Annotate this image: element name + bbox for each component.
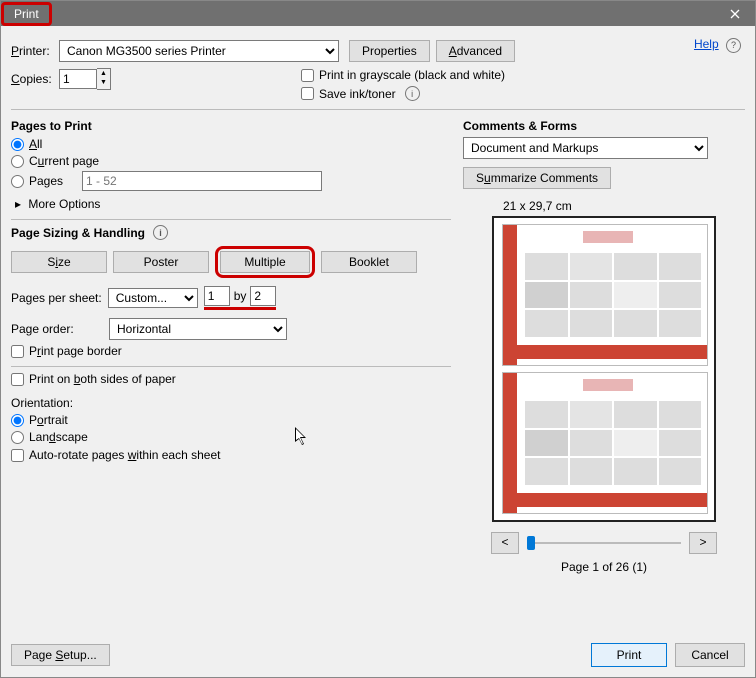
help-link[interactable]: Help (694, 37, 719, 51)
pps-rows-input[interactable] (250, 286, 276, 306)
booklet-button[interactable]: Booklet (321, 251, 417, 273)
preview-page-1 (502, 224, 708, 366)
page-order-select[interactable]: Horizontal (109, 318, 287, 340)
radio-all[interactable]: All (11, 137, 451, 151)
poster-button[interactable]: Poster (113, 251, 209, 273)
properties-button[interactable]: Properties (349, 40, 430, 62)
pages-per-sheet-select[interactable]: Custom... (108, 288, 198, 308)
printer-label: Printer: (11, 44, 59, 58)
pages-per-sheet-label: Pages per sheet: (11, 291, 102, 305)
page-order-label: Page order: (11, 322, 103, 336)
preview-next-button[interactable]: > (689, 532, 717, 554)
pps-cols-input[interactable] (204, 286, 230, 306)
more-options-toggle[interactable]: ▸ More Options (15, 197, 451, 211)
sizing-title: Page Sizing & Handling (11, 226, 145, 240)
pages-to-print-title: Pages to Print (11, 119, 451, 133)
pages-range-input[interactable] (82, 171, 322, 191)
copies-spinner[interactable]: ▲▼ (97, 68, 111, 90)
orientation-label: Orientation: (11, 396, 451, 410)
save-ink-checkbox[interactable]: Save ink/toner i (301, 86, 505, 101)
close-icon (730, 9, 740, 19)
preview-dimensions: 21 x 29,7 cm (503, 199, 745, 213)
print-dialog: Print Help ? Printer: Canon MG3500 serie… (0, 0, 756, 678)
radio-pages[interactable]: Pages (11, 171, 451, 191)
print-preview (492, 216, 716, 522)
auto-rotate-checkbox[interactable]: Auto-rotate pages within each sheet (11, 448, 451, 462)
page-setup-button[interactable]: Page Setup... (11, 644, 110, 666)
comments-select[interactable]: Document and Markups (463, 137, 708, 159)
preview-prev-button[interactable]: < (491, 532, 519, 554)
copies-label: Copies: (11, 72, 59, 86)
radio-portrait[interactable]: Portrait (11, 413, 451, 427)
comments-forms-title: Comments & Forms (463, 119, 745, 133)
titlebar: Print (1, 1, 755, 26)
window-title: Print (4, 5, 49, 23)
help-icon[interactable]: ? (726, 38, 741, 53)
printer-select[interactable]: Canon MG3500 series Printer (59, 40, 339, 62)
copies-input[interactable] (59, 69, 97, 89)
both-sides-checkbox[interactable]: Print on both sides of paper (11, 372, 451, 386)
radio-landscape[interactable]: Landscape (11, 430, 451, 444)
preview-page-2 (502, 372, 708, 514)
triangle-right-icon: ▸ (15, 197, 21, 211)
print-button[interactable]: Print (591, 643, 667, 667)
info-icon[interactable]: i (405, 86, 420, 101)
cursor-icon (295, 427, 309, 447)
grayscale-checkbox[interactable]: Print in grayscale (black and white) (301, 68, 505, 82)
preview-page-indicator: Page 1 of 26 (1) (463, 560, 745, 574)
info-icon[interactable]: i (153, 225, 168, 240)
close-button[interactable] (715, 1, 755, 26)
multiple-button[interactable]: Multiple (220, 251, 310, 273)
advanced-button[interactable]: Advanced (436, 40, 515, 62)
radio-current[interactable]: Current page (11, 154, 451, 168)
print-border-checkbox[interactable]: Print page border (11, 344, 451, 358)
summarize-comments-button[interactable]: Summarize Comments (463, 167, 611, 189)
cancel-button[interactable]: Cancel (675, 643, 745, 667)
preview-slider[interactable] (527, 542, 681, 544)
size-button[interactable]: Size (11, 251, 107, 273)
